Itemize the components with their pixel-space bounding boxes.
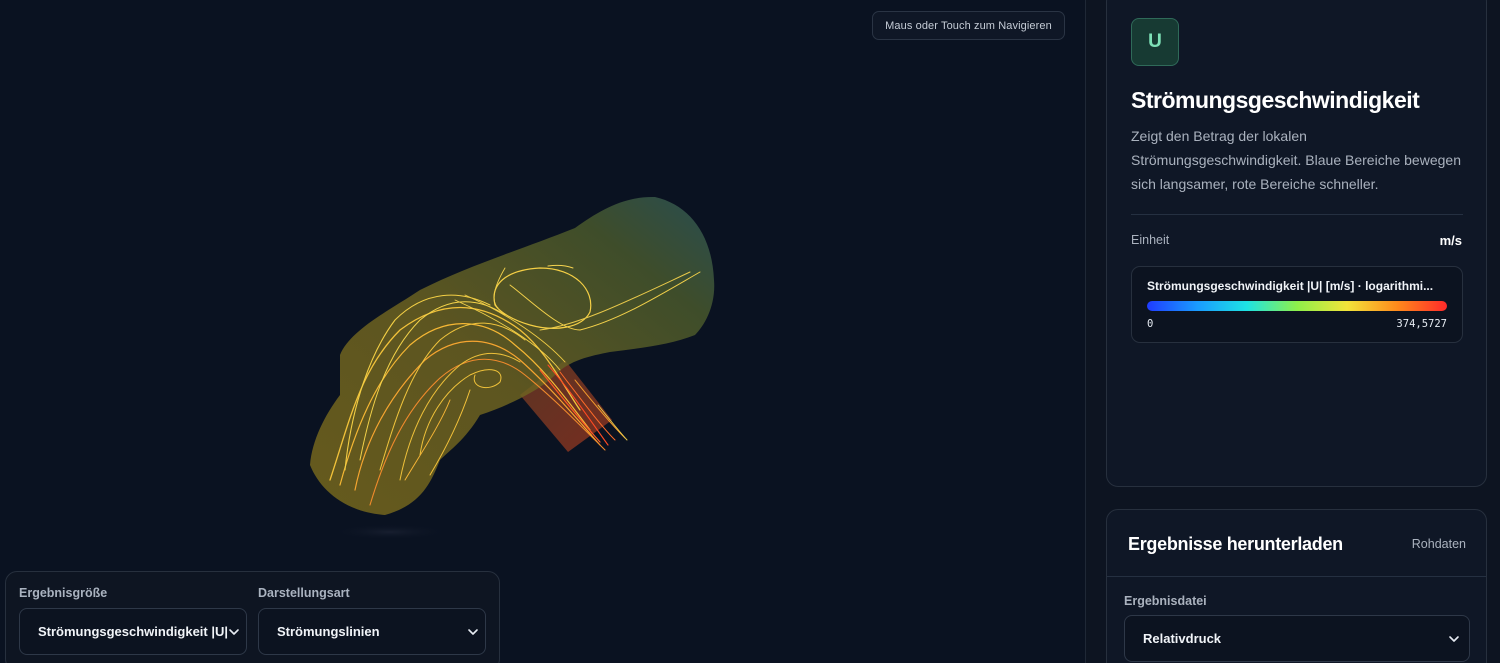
- color-scale-bar: [1147, 301, 1447, 311]
- display-mode-label: Darstellungsart: [258, 586, 350, 600]
- chevron-down-icon: [1449, 635, 1459, 642]
- quantity-badge: U: [1131, 18, 1179, 66]
- result-file-label: Ergebnisdatei: [1124, 594, 1207, 608]
- legend-title: Strömungsgeschwindigkeit |U| [m/s] · log…: [1147, 279, 1434, 293]
- chevron-down-icon: [468, 628, 478, 635]
- display-mode-value: Strömungslinien: [277, 624, 380, 639]
- result-quantity-value: Strömungsgeschwindigkeit |U| [m: [38, 624, 228, 639]
- legend-max-value: 374,5727: [1396, 318, 1447, 330]
- download-title: Ergebnisse herunterladen: [1128, 534, 1343, 554]
- 3d-viewport[interactable]: Maus oder Touch zum Navigieren Ergebnisg…: [0, 0, 1085, 663]
- result-file-select[interactable]: Relativdruck: [1124, 615, 1470, 662]
- unit-value: m/s: [1439, 233, 1462, 248]
- flow-geometry-render[interactable]: [0, 0, 1085, 663]
- quantity-description: Zeigt den Betrag der lokalen Strömungsge…: [1131, 128, 1461, 192]
- display-mode-group: Darstellungsart Strömungslinien: [258, 586, 486, 655]
- quantity-info-card: U Strömungsgeschwindigkeit Zeigt den Bet…: [1106, 0, 1487, 487]
- raw-data-link[interactable]: Rohdaten: [1412, 537, 1466, 551]
- color-legend: Strömungsgeschwindigkeit |U| [m/s] · log…: [1131, 266, 1463, 343]
- navigation-hint: Maus oder Touch zum Navigieren: [872, 11, 1065, 40]
- unit-label: Einheit: [1131, 233, 1170, 247]
- visualization-controls: Ergebnisgröße Strömungsgeschwindigkeit |…: [5, 571, 500, 663]
- quantity-title: Strömungsgeschwindigkeit: [1131, 87, 1420, 113]
- result-quantity-select[interactable]: Strömungsgeschwindigkeit |U| [m: [19, 608, 247, 655]
- download-divider: [1107, 576, 1486, 577]
- result-quantity-label: Ergebnisgröße: [19, 586, 108, 600]
- info-divider: [1131, 214, 1463, 215]
- download-card: Ergebnisse herunterladen Rohdaten Ergebn…: [1106, 509, 1487, 663]
- main-body: [310, 196, 715, 515]
- legend-min-value: 0: [1147, 318, 1154, 330]
- result-file-value: Relativdruck: [1143, 631, 1222, 646]
- side-panel: U Strömungsgeschwindigkeit Zeigt den Bet…: [1086, 0, 1500, 663]
- display-mode-select[interactable]: Strömungslinien: [258, 608, 486, 655]
- result-quantity-group: Ergebnisgröße Strömungsgeschwindigkeit |…: [19, 586, 247, 655]
- chevron-down-icon: [229, 628, 239, 635]
